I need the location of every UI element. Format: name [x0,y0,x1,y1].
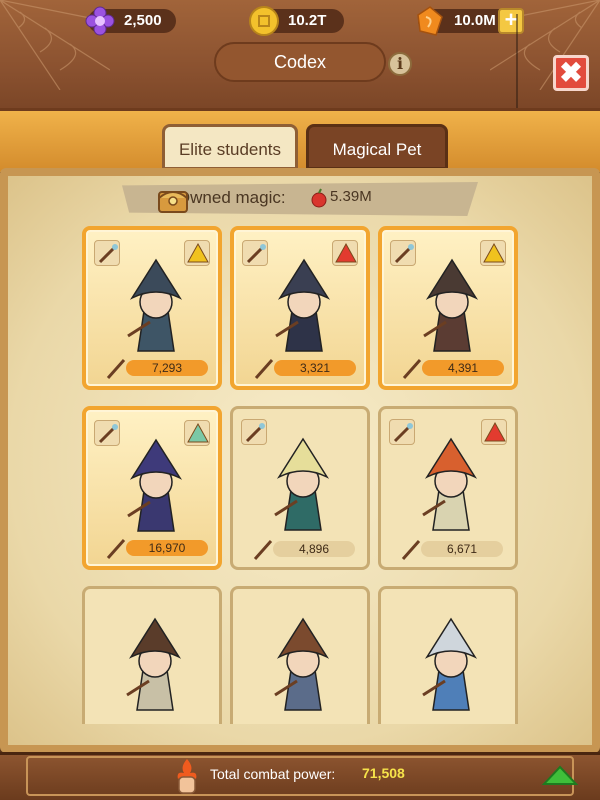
total-power-value: 71,508 [362,765,405,781]
student-card[interactable]: 16,970 [82,406,222,570]
combat-power: 16,970 [100,538,208,559]
combat-power: 4,391 [396,358,504,379]
total-power-label: Total combat power: [210,766,336,782]
tab-band [0,108,600,172]
student-portrait [422,437,478,531]
student-portrait [422,617,478,711]
combat-power: 7,293 [100,358,208,379]
power-value: 6,671 [446,542,478,556]
student-card[interactable]: 4,896 [230,406,370,570]
combat-power: 3,321 [248,358,356,379]
combat-power: 6,671 [395,539,503,560]
flower-gem-icon [85,6,115,36]
student-card[interactable] [82,586,222,724]
owned-magic-value: 5.39M [330,188,372,205]
resource-coins: 10.2T [249,6,344,36]
student-portrait [126,617,182,711]
magic-apple-icon [311,188,327,208]
student-portrait [274,437,330,531]
power-value: 7,293 [151,361,183,375]
student-portrait [423,258,479,352]
power-value: 16,970 [148,541,186,555]
student-grid[interactable]: 7,293 3,321 4,391 16,970 4,896 6,671 [82,226,518,724]
student-card[interactable]: 6,671 [378,406,518,570]
student-card[interactable] [378,586,518,724]
power-value: 4,391 [447,361,479,375]
combat-power: 4,896 [247,539,355,560]
gems-value: 2,500 [124,12,162,29]
student-portrait [274,617,330,711]
tab-elite-students[interactable]: Elite students [162,124,298,170]
page-title: Codex [214,42,386,82]
power-value: 4,896 [298,542,330,556]
student-card[interactable]: 4,391 [378,226,518,390]
student-card[interactable]: 3,321 [230,226,370,390]
tab-magical-pet[interactable]: Magical Pet [306,124,448,170]
power-fist-icon [177,759,197,794]
expand-up-icon[interactable] [542,764,578,786]
treasure-chest-icon [158,191,188,213]
gold-coin-icon [249,6,279,36]
crystals-value: 10.0M [454,12,496,29]
student-portrait [127,438,183,532]
info-button[interactable]: i [388,52,412,76]
student-card[interactable]: 7,293 [82,226,222,390]
student-portrait [127,258,183,352]
resource-gems: 2,500 [85,6,176,36]
amber-crystal-icon [417,6,443,36]
close-button[interactable]: ✖ [553,55,589,91]
student-portrait [275,258,331,352]
coins-value: 10.2T [288,12,327,29]
student-card[interactable] [230,586,370,724]
power-value: 3,321 [299,361,331,375]
